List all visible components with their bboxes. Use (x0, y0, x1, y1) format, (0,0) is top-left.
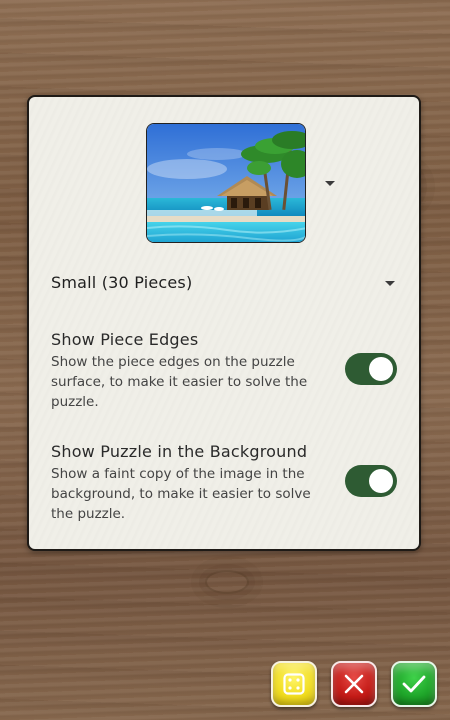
cancel-button[interactable] (331, 661, 377, 707)
settings-panel: Small (30 Pieces) Show Piece Edges Show … (27, 95, 421, 551)
image-dropdown-caret-icon[interactable] (325, 181, 335, 186)
puzzle-image-picker[interactable] (146, 123, 306, 243)
wood-knot (205, 570, 249, 594)
show-piece-edges-toggle[interactable] (345, 353, 397, 385)
beach-resort-thumbnail (147, 124, 305, 242)
setting-title: Show Piece Edges (51, 330, 199, 349)
setting-description: Show the piece edges on the puzzle surfa… (51, 354, 308, 410)
toggle-knob (369, 469, 393, 493)
confirm-button[interactable] (391, 661, 437, 707)
setting-title: Show Puzzle in the Background (51, 442, 308, 461)
close-icon (344, 674, 364, 694)
puzzle-setup-screen: { "puzzle_image": { "icon": "beach-resor… (0, 0, 450, 720)
dice-icon (283, 673, 305, 695)
toggle-knob (369, 357, 393, 381)
random-puzzle-button[interactable] (271, 661, 317, 707)
checkmark-icon (402, 675, 426, 693)
show-puzzle-background-toggle[interactable] (345, 465, 397, 497)
setting-description: Show a faint copy of the image in the ba… (51, 466, 311, 522)
puzzle-size-select[interactable]: Small (30 Pieces) (51, 267, 397, 299)
caret-down-icon (385, 281, 395, 286)
puzzle-size-value: Small (30 Pieces) (51, 273, 193, 292)
